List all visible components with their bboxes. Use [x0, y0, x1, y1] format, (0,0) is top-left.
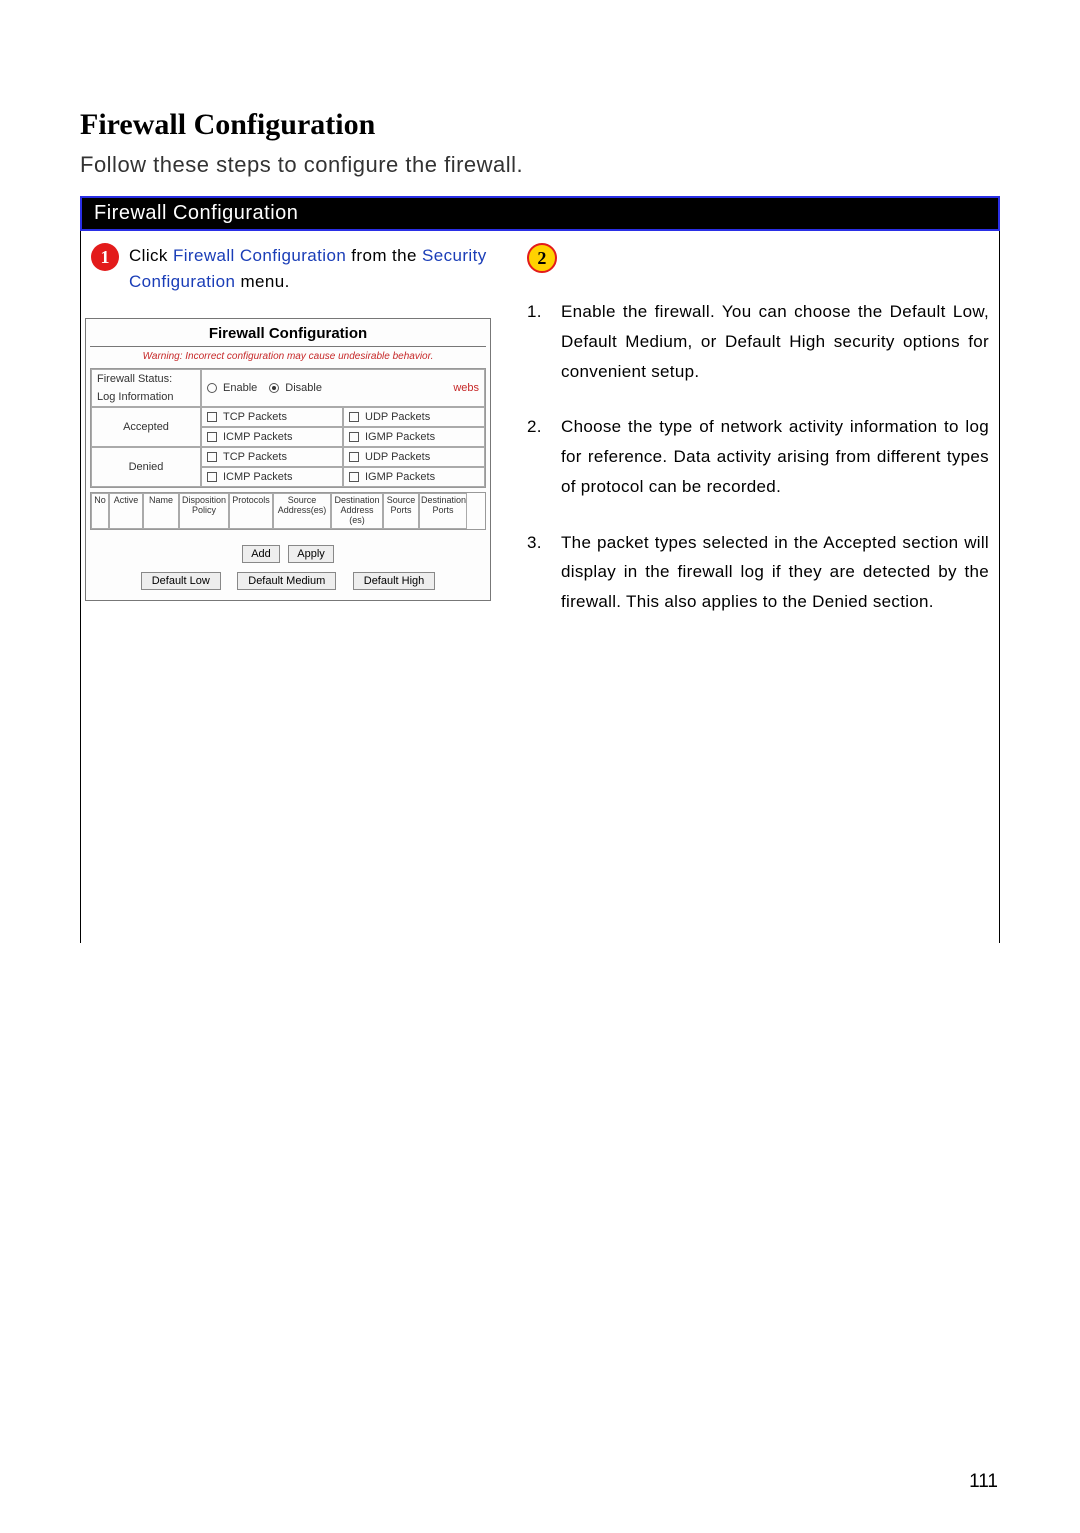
- rules-table-header: No Active Name Disposition Policy Protoc…: [90, 492, 486, 530]
- firewall-status-label: Firewall Status:: [97, 373, 172, 385]
- enable-radio[interactable]: [207, 383, 217, 393]
- accepted-udp-checkbox[interactable]: [349, 412, 359, 422]
- denied-tcp-checkbox[interactable]: [207, 452, 217, 462]
- step2-item-3: The packet types selected in the Accepte…: [561, 528, 989, 617]
- accepted-label: Accepted: [91, 407, 201, 447]
- firewall-config-link[interactable]: Firewall Configuration: [173, 246, 346, 265]
- intro-text: Follow these steps to configure the fire…: [80, 152, 1000, 178]
- default-high-button[interactable]: Default High: [353, 572, 436, 590]
- step2-item-1: Enable the firewall. You can choose the …: [561, 297, 989, 386]
- default-low-button[interactable]: Default Low: [141, 572, 221, 590]
- webs-link[interactable]: webs: [453, 382, 479, 394]
- enable-label: Enable: [223, 382, 257, 394]
- apply-button[interactable]: Apply: [288, 545, 334, 563]
- disable-radio[interactable]: [269, 383, 279, 393]
- step-2-badge: 2: [527, 243, 557, 273]
- firewall-config-screenshot: Firewall Configuration Warning: Incorrec…: [85, 318, 491, 601]
- accepted-igmp-checkbox[interactable]: [349, 432, 359, 442]
- accepted-icmp-checkbox[interactable]: [207, 432, 217, 442]
- add-button[interactable]: Add: [242, 545, 280, 563]
- step2-item-2: Choose the type of network activity info…: [561, 412, 989, 501]
- step-1-text: Click Firewall Configuration from the Se…: [129, 243, 491, 296]
- page-title: Firewall Configuration: [80, 108, 1000, 142]
- content-frame: 1 Click Firewall Configuration from the …: [80, 231, 1000, 943]
- accepted-tcp-checkbox[interactable]: [207, 412, 217, 422]
- denied-label: Denied: [91, 447, 201, 487]
- default-medium-button[interactable]: Default Medium: [237, 572, 336, 590]
- denied-icmp-checkbox[interactable]: [207, 472, 217, 482]
- page-number: 111: [969, 1471, 998, 1493]
- shot-title: Firewall Configuration: [90, 325, 486, 346]
- denied-igmp-checkbox[interactable]: [349, 472, 359, 482]
- log-info-label: Log Information: [97, 391, 173, 403]
- section-banner: Firewall Configuration: [80, 196, 1000, 231]
- shot-warning: Warning: Incorrect configuration may cau…: [90, 346, 486, 362]
- disable-label: Disable: [285, 382, 322, 394]
- step-1-badge: 1: [91, 243, 119, 271]
- denied-udp-checkbox[interactable]: [349, 452, 359, 462]
